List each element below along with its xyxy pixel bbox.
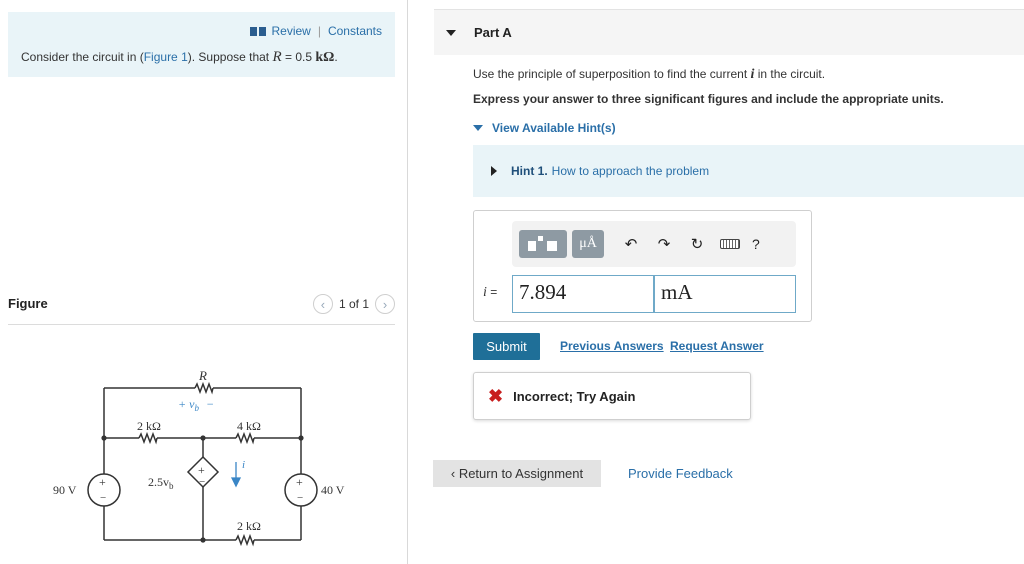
circuit-diagram: R + vb − 2 kΩ 4 kΩ 2 kΩ 2.5vb + − i 90 V … [53, 368, 345, 547]
dep-source-label: 2.5vb [148, 475, 174, 491]
answer-pane: Part A Use the principle of superpositio… [409, 0, 1024, 564]
res-2k-top-label: 2 kΩ [137, 419, 161, 433]
figure-divider [8, 324, 395, 325]
figure-pager: ‹ 1 of 1 › [312, 294, 395, 314]
review-constants-links: Review | Constants [250, 24, 382, 38]
previous-answers-link[interactable]: Previous Answers [560, 339, 664, 353]
undo-icon[interactable]: ↶ [618, 230, 644, 258]
statement-text-2: ). Suppose that [187, 50, 273, 64]
hint-1[interactable]: Hint 1. How to approach the problem [473, 145, 1024, 197]
constants-link[interactable]: Constants [328, 24, 382, 38]
value-input[interactable]: 7.894 [512, 275, 654, 313]
template-small-square-icon [538, 236, 543, 241]
statement-var: R [272, 49, 282, 65]
resistor-R [194, 381, 214, 395]
res-2k-bottom-label: 2 kΩ [237, 519, 261, 533]
statement-value: = 0.5 [281, 50, 316, 64]
link-separator: | [317, 24, 321, 38]
res-4k-label: 4 kΩ [237, 419, 261, 433]
statement-unit: kΩ [315, 50, 335, 65]
figure-heading: Figure [8, 296, 48, 311]
return-to-assignment-button[interactable]: ‹ Return to Assignment [433, 460, 601, 487]
expand-caret-icon [491, 166, 497, 176]
submit-button[interactable]: Submit [473, 333, 540, 360]
express-instruction: Express your answer to three significant… [473, 92, 944, 106]
hint-number: Hint 1. [511, 164, 548, 178]
source-40-plus: + [296, 475, 303, 489]
problem-intro-box: Review | Constants Consider the circuit … [8, 12, 395, 77]
part-a-header[interactable]: Part A [434, 9, 1024, 55]
book-icon [250, 26, 267, 36]
problem-statement: Consider the circuit in (Figure 1). Supp… [21, 49, 338, 66]
pager-count: 1 of 1 [338, 297, 369, 311]
instruction-part-2: in the circuit. [754, 67, 826, 81]
chevron-down-icon [473, 125, 483, 131]
source-90-label: 90 V [53, 483, 77, 497]
keyboard-icon[interactable] [720, 239, 740, 249]
current-label: i [242, 459, 245, 471]
request-answer-link[interactable]: Request Answer [670, 339, 764, 353]
source-90-minus: − [100, 492, 106, 504]
redo-icon[interactable]: ↷ [651, 230, 677, 258]
problem-pane: Review | Constants Consider the circuit … [0, 0, 408, 564]
reset-icon[interactable]: ↻ [684, 230, 710, 258]
resistor-4k [235, 431, 255, 445]
feedback-text: Incorrect; Try Again [513, 388, 636, 404]
math-toolbar: μÅ ↶ ↷ ↻ ? [512, 221, 796, 267]
feedback-message: ✖ Incorrect; Try Again [473, 372, 751, 420]
resistor-2k-bottom [235, 533, 255, 547]
template-fraction-icon [547, 241, 557, 251]
view-hints-toggle[interactable]: View Available Hint(s) [473, 121, 616, 135]
template-square-icon [528, 241, 536, 251]
templates-button[interactable] [519, 230, 567, 258]
prev-figure-button[interactable]: ‹ [312, 294, 333, 314]
unit-input[interactable]: mA [654, 275, 796, 313]
dep-source-minus: − [199, 476, 205, 488]
source-40-minus: − [297, 492, 303, 504]
provide-feedback-link[interactable]: Provide Feedback [628, 466, 733, 481]
view-hints-label: View Available Hint(s) [492, 121, 616, 135]
answer-label: i = [483, 285, 497, 301]
source-40-label: 40 V [321, 483, 345, 497]
figure-link[interactable]: Figure 1 [144, 50, 188, 64]
instruction-text: Use the principle of superposition to fi… [473, 67, 825, 83]
vb-label: + vb − [178, 397, 214, 413]
source-90-plus: + [99, 475, 106, 489]
help-icon[interactable]: ? [752, 236, 760, 252]
statement-text-1: Consider the circuit in ( [21, 50, 144, 64]
part-title: Part A [474, 25, 512, 40]
next-figure-button[interactable]: › [375, 294, 395, 314]
dep-source-plus: + [198, 463, 205, 477]
instruction-part-1: Use the principle of superposition to fi… [473, 67, 751, 81]
R-label: R [198, 368, 207, 383]
collapse-caret-icon [446, 29, 456, 36]
statement-period: . [334, 50, 338, 64]
hint-title-link[interactable]: How to approach the problem [552, 164, 709, 178]
review-link[interactable]: Review [271, 24, 310, 38]
error-x-icon: ✖ [488, 385, 504, 406]
units-button[interactable]: μÅ [572, 230, 604, 258]
resistor-2k-top [138, 431, 158, 445]
answer-equals: = [486, 285, 498, 299]
answer-box: μÅ ↶ ↷ ↻ ? i = 7.894 mA [473, 210, 812, 322]
